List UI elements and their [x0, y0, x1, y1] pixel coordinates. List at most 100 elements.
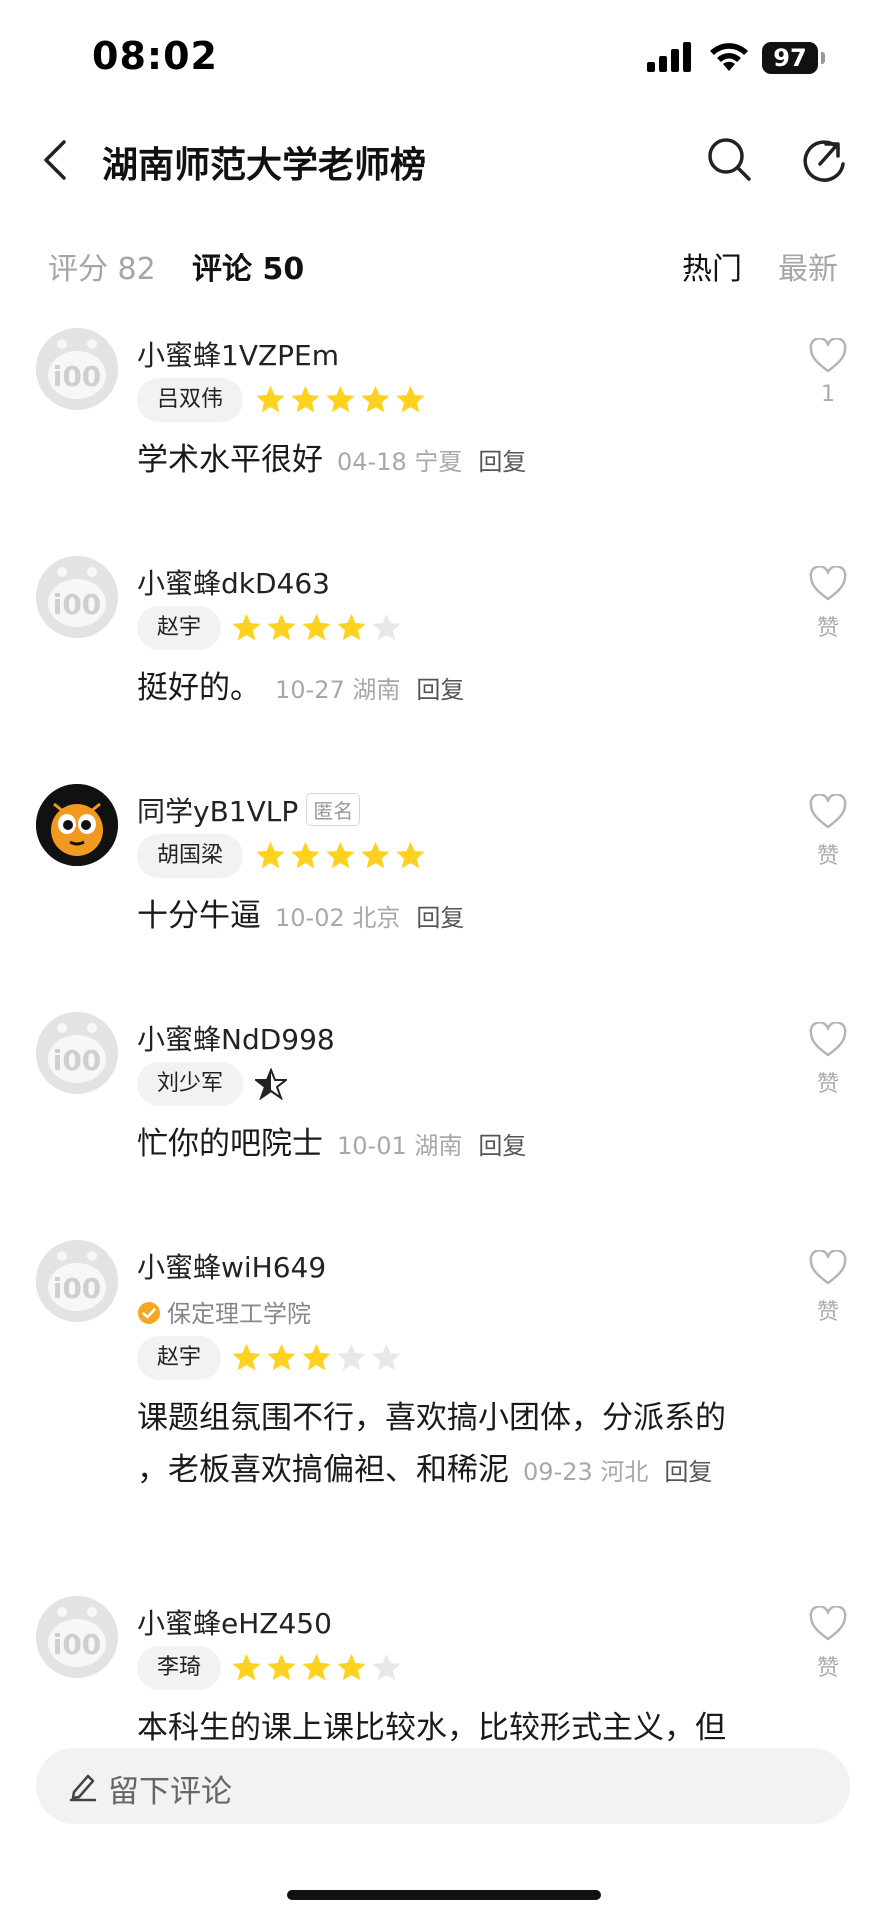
star-filled-icon: [396, 385, 425, 413]
like-button[interactable]: 1: [806, 338, 850, 407]
half-star-icon: [255, 1068, 287, 1100]
star-filled-icon: [256, 841, 285, 869]
star-filled-icon: [302, 1653, 331, 1681]
tab-score[interactable]: 评分 82: [48, 244, 156, 288]
like-count: 1: [821, 382, 835, 407]
teacher-tag[interactable]: 李琦: [137, 1646, 222, 1690]
username[interactable]: 小蜜蜂1VZPEm: [137, 334, 339, 374]
anonymous-badge: 匿名: [306, 793, 361, 826]
sort-newest[interactable]: 最新: [778, 244, 838, 288]
reply-button[interactable]: 回复: [416, 676, 464, 704]
like-button[interactable]: 赞: [806, 1022, 850, 1098]
star-filled-icon: [302, 1343, 331, 1371]
heart-icon: [809, 794, 847, 829]
comment-meta: 04-18 宁夏: [337, 448, 463, 476]
star-rating: [255, 840, 430, 872]
like-button[interactable]: 赞: [806, 1606, 850, 1682]
star-filled-icon: [232, 613, 261, 641]
reply-button[interactable]: 回复: [478, 448, 526, 476]
svg-text:i00: i00: [53, 1272, 102, 1305]
like-count: 赞: [816, 616, 839, 641]
star-filled-icon: [267, 1343, 296, 1371]
comment-text: 十分牛逼 10-02 北京 回复: [137, 898, 465, 934]
username[interactable]: 小蜜蜂dkD463: [137, 562, 330, 602]
status-time: 08:02: [92, 34, 218, 78]
search-icon[interactable]: [704, 134, 754, 184]
star-empty-icon: [337, 1343, 366, 1371]
comment-text: 挺好的。 10-27 湖南 回复: [137, 670, 465, 706]
comment-text-line1: 课题组氛围不行，喜欢搞小团体，分派系的: [137, 1400, 726, 1436]
comment-text: 学术水平很好 04-18 宁夏 回复: [137, 442, 527, 478]
star-filled-icon: [326, 841, 355, 869]
star-empty-icon: [372, 1343, 401, 1371]
star-filled-icon: [256, 385, 285, 413]
star-filled-icon: [267, 1653, 296, 1681]
username[interactable]: 小蜜蜂NdD998: [137, 1018, 335, 1058]
verified-icon: [138, 1302, 160, 1324]
star-filled-icon: [291, 385, 320, 413]
comment-text: ，老板喜欢搞偏袒、和稀泥 09-23 河北 回复: [137, 1452, 713, 1488]
comment-text: 本科生的课上课比较水，比较形式主义，但: [137, 1710, 726, 1746]
back-icon[interactable]: [38, 136, 74, 184]
star-filled-icon: [361, 385, 390, 413]
username[interactable]: 同学yB1VLP 匿名: [137, 790, 361, 830]
heart-icon: [809, 1606, 847, 1641]
star-filled-icon: [326, 385, 355, 413]
status-bar: 08:02 97: [0, 0, 887, 110]
nav-header: 湖南师范大学老师榜: [0, 120, 887, 200]
teacher-tag[interactable]: 刘少军: [137, 1062, 244, 1106]
page-title: 湖南师范大学老师榜: [102, 145, 427, 186]
signal-icon: [647, 42, 691, 72]
avatar[interactable]: i00: [36, 556, 118, 638]
like-count: 赞: [816, 1072, 839, 1097]
star-rating: [231, 1342, 406, 1374]
like-button[interactable]: 赞: [806, 1250, 850, 1326]
school-name: 保定理工学院: [167, 1300, 311, 1328]
reply-button[interactable]: 回复: [664, 1458, 712, 1486]
avatar[interactable]: i00: [36, 1240, 118, 1322]
home-indicator: [287, 1890, 601, 1900]
star-filled-icon: [291, 841, 320, 869]
svg-text:i00: i00: [53, 1044, 102, 1077]
heart-icon: [809, 566, 847, 601]
comment-input[interactable]: 留下评论: [36, 1748, 850, 1824]
heart-icon: [809, 338, 847, 373]
star-filled-icon: [267, 613, 296, 641]
star-rating: [231, 612, 406, 644]
star-filled-icon: [396, 841, 425, 869]
avatar[interactable]: i00: [36, 328, 118, 410]
star-rating: [231, 1652, 406, 1684]
star-filled-icon: [361, 841, 390, 869]
like-button[interactable]: 赞: [806, 566, 850, 642]
edit-icon: [69, 1774, 97, 1802]
teacher-tag[interactable]: 胡国梁: [137, 834, 244, 878]
reply-button[interactable]: 回复: [416, 904, 464, 932]
comment-meta: 10-02 北京: [275, 904, 401, 932]
avatar[interactable]: [36, 784, 118, 866]
comment-meta: 09-23 河北: [523, 1458, 649, 1486]
username[interactable]: 小蜜蜂wiH649: [137, 1246, 326, 1286]
comment-meta: 10-01 湖南: [337, 1132, 463, 1160]
tab-comments[interactable]: 评论 50: [192, 244, 304, 288]
heart-icon: [809, 1022, 847, 1057]
teacher-tag[interactable]: 赵宇: [137, 1336, 222, 1380]
sort-hot[interactable]: 热门: [682, 244, 742, 288]
like-count: 赞: [816, 844, 839, 869]
avatar[interactable]: i00: [36, 1012, 118, 1094]
star-empty-icon: [372, 613, 401, 641]
share-icon[interactable]: [800, 134, 848, 184]
avatar[interactable]: i00: [36, 1596, 118, 1678]
tabs-row: 评分 82 评论 50 热门 最新: [0, 236, 887, 288]
like-button[interactable]: 赞: [806, 794, 850, 870]
school-verified: 保定理工学院: [137, 1294, 311, 1329]
battery-level: 97: [762, 42, 818, 74]
username[interactable]: 小蜜蜂eHZ450: [137, 1602, 332, 1642]
star-filled-icon: [337, 613, 366, 641]
reply-button[interactable]: 回复: [478, 1132, 526, 1160]
star-filled-icon: [232, 1653, 261, 1681]
teacher-tag[interactable]: 赵宇: [137, 606, 222, 650]
comment-meta: 10-27 湖南: [275, 676, 401, 704]
comment-text: 忙你的吧院士 10-01 湖南 回复: [137, 1126, 527, 1162]
wifi-icon: [710, 43, 748, 71]
teacher-tag[interactable]: 吕双伟: [137, 378, 244, 422]
